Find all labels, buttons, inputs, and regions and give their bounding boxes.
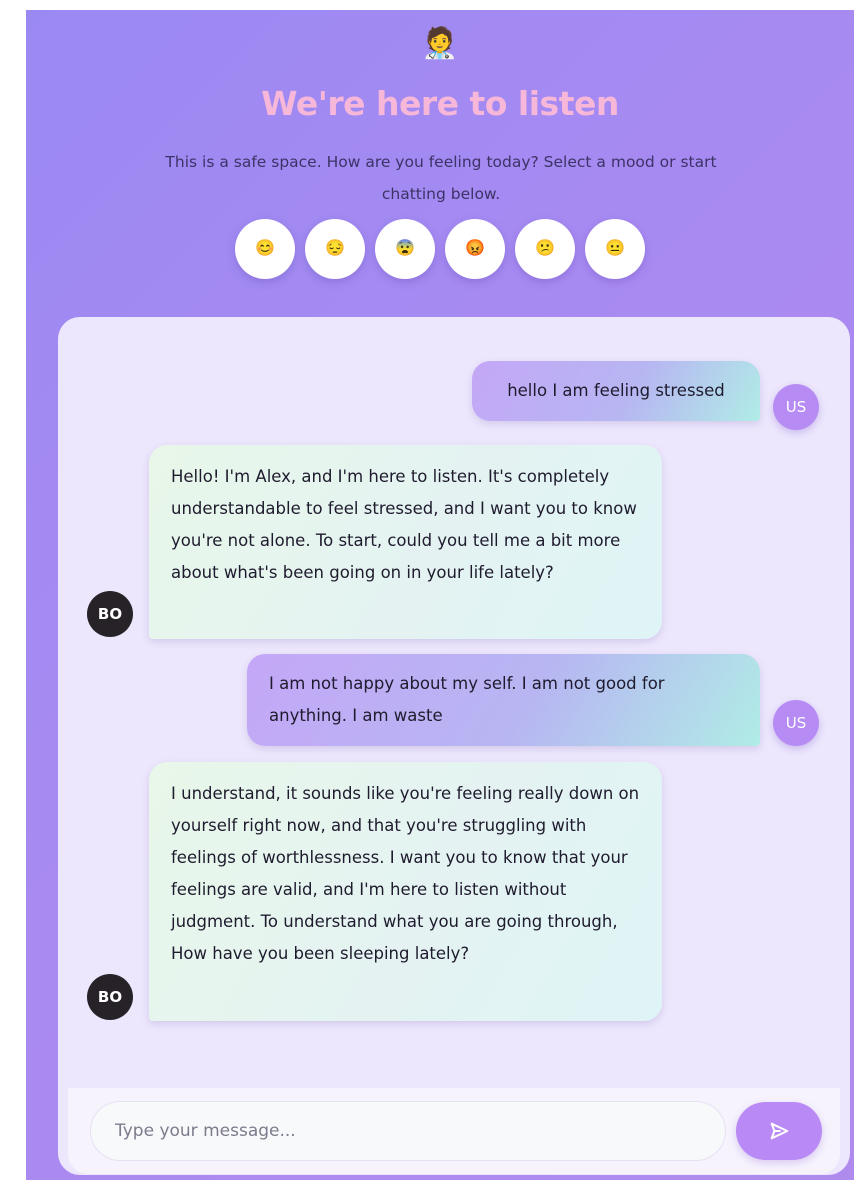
mood-button-sad[interactable]: 😔: [305, 219, 365, 279]
user-message-bubble: hello I am feeling stressed: [472, 361, 760, 421]
bot-message-text: I understand, it sounds like you're feel…: [171, 784, 640, 963]
send-icon: [770, 1122, 789, 1140]
message-input[interactable]: [90, 1101, 726, 1161]
mood-button-anxious[interactable]: 😨: [375, 219, 435, 279]
user-avatar: US: [773, 700, 819, 746]
smiling-face-icon: 😊: [255, 240, 275, 257]
bot-avatar-initials: BO: [97, 605, 123, 623]
user-avatar-initials: US: [785, 398, 807, 416]
page-background: 🧑‍⚕️ We're here to listen This is a safe…: [26, 10, 854, 1180]
chat-window[interactable]: hello I am feeling stressed US BO Hello!…: [58, 317, 850, 1175]
mood-button-happy[interactable]: 😊: [235, 219, 295, 279]
bot-message-bubble: I understand, it sounds like you're feel…: [149, 762, 662, 1021]
send-button[interactable]: [736, 1102, 822, 1160]
page-subtitle: This is a safe space. How are you feelin…: [165, 153, 717, 203]
user-avatar: US: [773, 384, 819, 430]
bot-avatar: BO: [87, 591, 133, 637]
pensive-face-icon: 😔: [325, 240, 345, 257]
doctor-emoji-icon: 🧑‍⚕️: [421, 26, 459, 61]
message-composer: [68, 1088, 840, 1174]
user-message-text: hello I am feeling stressed: [507, 381, 725, 400]
mood-button-neutral[interactable]: 😐: [585, 219, 645, 279]
bot-message-text: Hello! I'm Alex, and I'm here to listen.…: [171, 467, 637, 582]
confused-face-icon: 😕: [535, 240, 555, 257]
angry-face-icon: 😡: [465, 240, 485, 257]
mood-selector: 😊 😔 😨 😡 😕 😐: [26, 219, 854, 279]
user-avatar-initials: US: [785, 714, 807, 732]
fearful-face-icon: 😨: [395, 240, 415, 257]
bot-message-bubble: Hello! I'm Alex, and I'm here to listen.…: [149, 445, 662, 639]
bot-avatar-initials: BO: [97, 988, 123, 1006]
user-message-bubble: I am not happy about my self. I am not g…: [247, 654, 760, 746]
mood-button-confused[interactable]: 😕: [515, 219, 575, 279]
user-message-text: I am not happy about my self. I am not g…: [269, 674, 665, 725]
neutral-face-icon: 😐: [605, 240, 625, 257]
mood-button-angry[interactable]: 😡: [445, 219, 505, 279]
page-title: We're here to listen: [261, 84, 619, 123]
bot-avatar: BO: [87, 974, 133, 1020]
